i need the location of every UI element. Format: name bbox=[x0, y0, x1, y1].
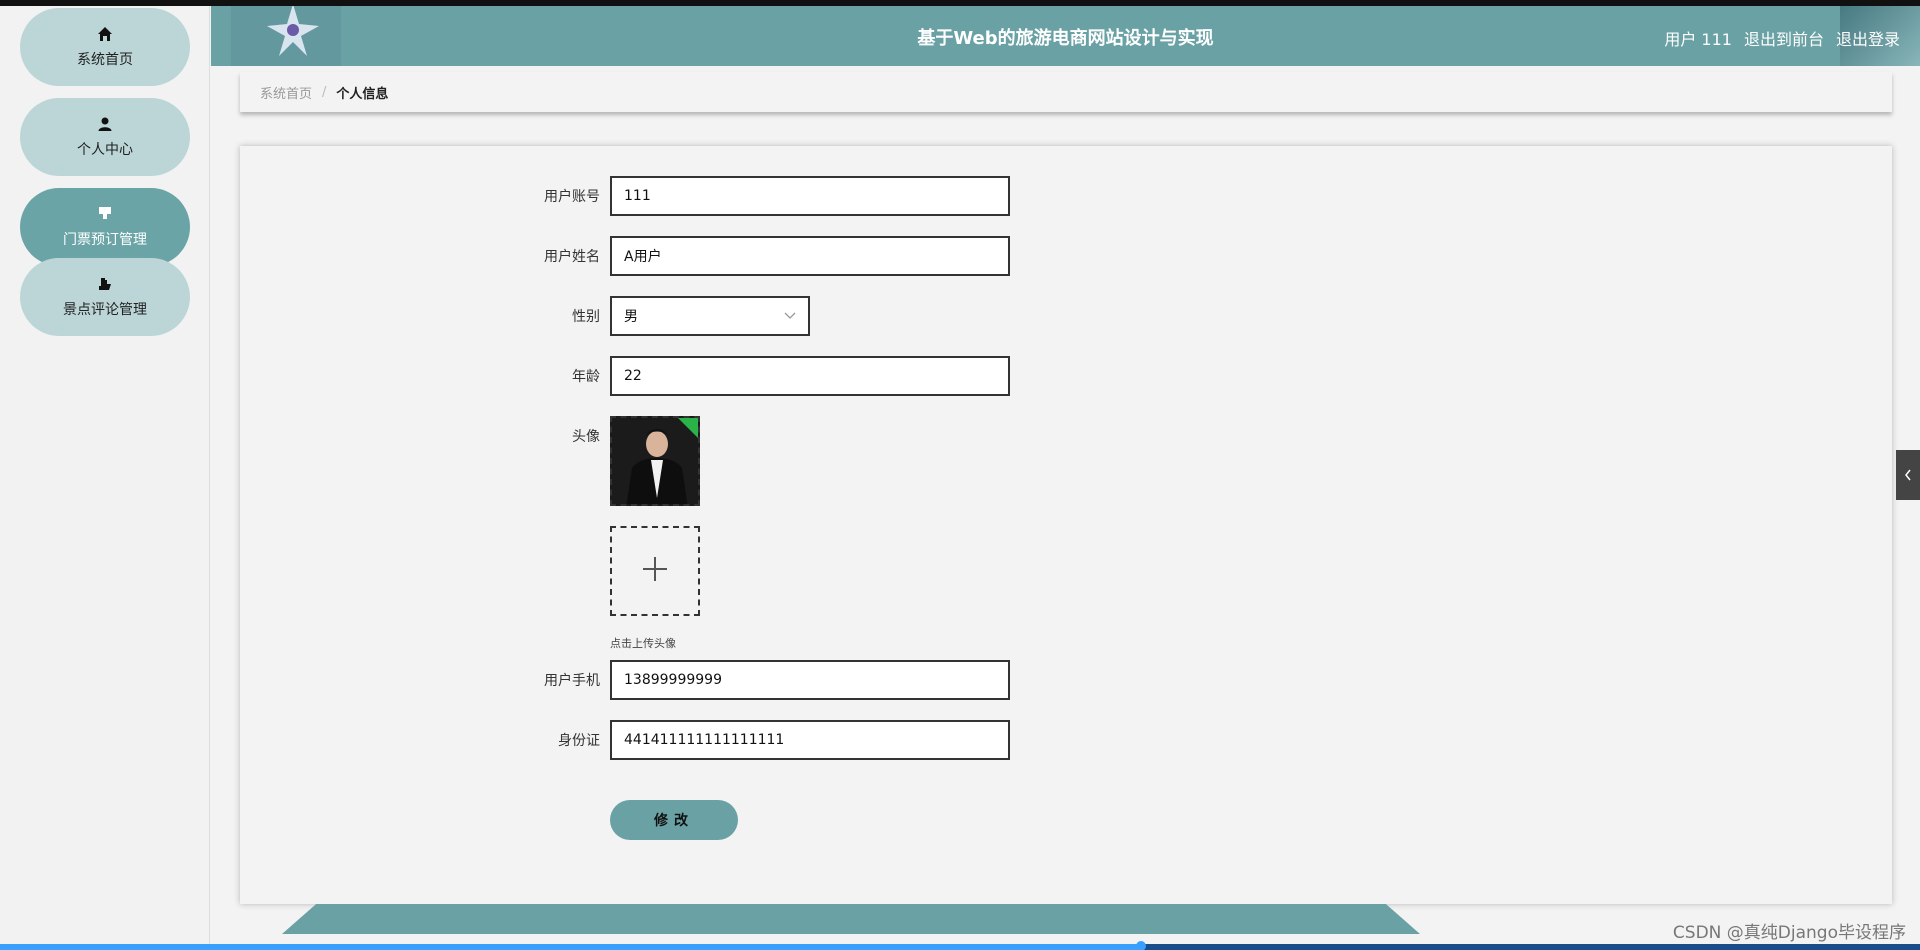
account-value: 111 bbox=[624, 188, 651, 204]
idcard-value: 441411111111111111 bbox=[624, 732, 785, 748]
name-label: 用户姓名 bbox=[544, 249, 600, 265]
plus-icon bbox=[641, 555, 669, 587]
breadcrumb-current: 个人信息 bbox=[336, 86, 389, 102]
upload-hint: 点击上传头像 bbox=[610, 637, 676, 650]
avatar-label: 头像 bbox=[572, 429, 600, 445]
account-label: 用户账号 bbox=[544, 189, 600, 205]
idcard-label: 身份证 bbox=[558, 733, 600, 749]
breadcrumb: 系统首页 / 个人信息 bbox=[240, 72, 1892, 112]
current-user-label: 用户 111 bbox=[1664, 30, 1732, 49]
sidebar-item-label: 系统首页 bbox=[77, 52, 133, 68]
avatar-image[interactable] bbox=[610, 416, 700, 506]
sidebar-item-home[interactable]: 系统首页 bbox=[20, 8, 190, 86]
sidebar-item-label: 个人中心 bbox=[77, 142, 133, 158]
gender-label: 性别 bbox=[572, 309, 600, 325]
breadcrumb-separator: / bbox=[322, 84, 327, 100]
header-nav: 用户 111 退出到前台 退出登录 bbox=[1664, 26, 1900, 50]
phone-input[interactable]: 13899999999 bbox=[610, 660, 1010, 700]
name-input[interactable]: A用户 bbox=[610, 236, 1010, 276]
modify-button[interactable]: 修改 bbox=[610, 800, 738, 840]
gender-select[interactable]: 男 bbox=[610, 296, 810, 336]
sidebar-item-label: 景点评论管理 bbox=[63, 302, 147, 318]
back-to-frontend-link[interactable]: 退出到前台 bbox=[1744, 26, 1824, 50]
footer-decoration bbox=[282, 904, 1420, 934]
video-progress-bar[interactable] bbox=[0, 941, 1920, 950]
account-input[interactable]: 111 bbox=[610, 176, 1010, 216]
sidebar-item-comments[interactable]: 景点评论管理 bbox=[20, 258, 190, 336]
breadcrumb-home[interactable]: 系统首页 bbox=[260, 83, 312, 102]
age-label: 年龄 bbox=[572, 369, 600, 385]
ticket-icon bbox=[96, 205, 114, 223]
sidebar-item-label: 门票预订管理 bbox=[63, 232, 147, 248]
gender-value: 男 bbox=[624, 309, 638, 325]
side-collapse-tab[interactable] bbox=[1896, 450, 1920, 500]
name-value: A用户 bbox=[624, 249, 662, 265]
phone-value: 13899999999 bbox=[624, 672, 722, 688]
idcard-input[interactable]: 441411111111111111 bbox=[610, 720, 1010, 760]
progress-fill bbox=[0, 944, 1140, 950]
user-icon bbox=[96, 115, 114, 133]
chevron-left-icon bbox=[1904, 466, 1912, 485]
logout-link[interactable]: 退出登录 bbox=[1836, 26, 1900, 50]
age-input[interactable]: 22 bbox=[610, 356, 1010, 396]
sidebar-item-ticket-booking[interactable]: 门票预订管理 bbox=[20, 188, 190, 266]
progress-knob[interactable] bbox=[1136, 941, 1146, 950]
sidebar-item-profile[interactable]: 个人中心 bbox=[20, 98, 190, 176]
phone-label: 用户手机 bbox=[544, 673, 600, 689]
age-value: 22 bbox=[624, 368, 642, 384]
top-header: 基于Web的旅游电商网站设计与实现 用户 111 退出到前台 退出登录 bbox=[211, 6, 1920, 66]
avatar-photo bbox=[612, 418, 698, 504]
home-icon bbox=[96, 25, 114, 43]
sidebar: 系统首页 个人中心 门票预订管理 景点评论管理 bbox=[0, 6, 210, 944]
profile-form-card: 用户账号 111 用户姓名 A用户 性别 男 年龄 22 头像 点击上传头像 用… bbox=[240, 146, 1892, 904]
avatar-upload-button[interactable] bbox=[610, 526, 700, 616]
comment-icon bbox=[96, 275, 114, 293]
watermark: CSDN @真纯Django毕设程序 bbox=[1672, 923, 1906, 943]
chevron-down-icon bbox=[784, 308, 796, 324]
